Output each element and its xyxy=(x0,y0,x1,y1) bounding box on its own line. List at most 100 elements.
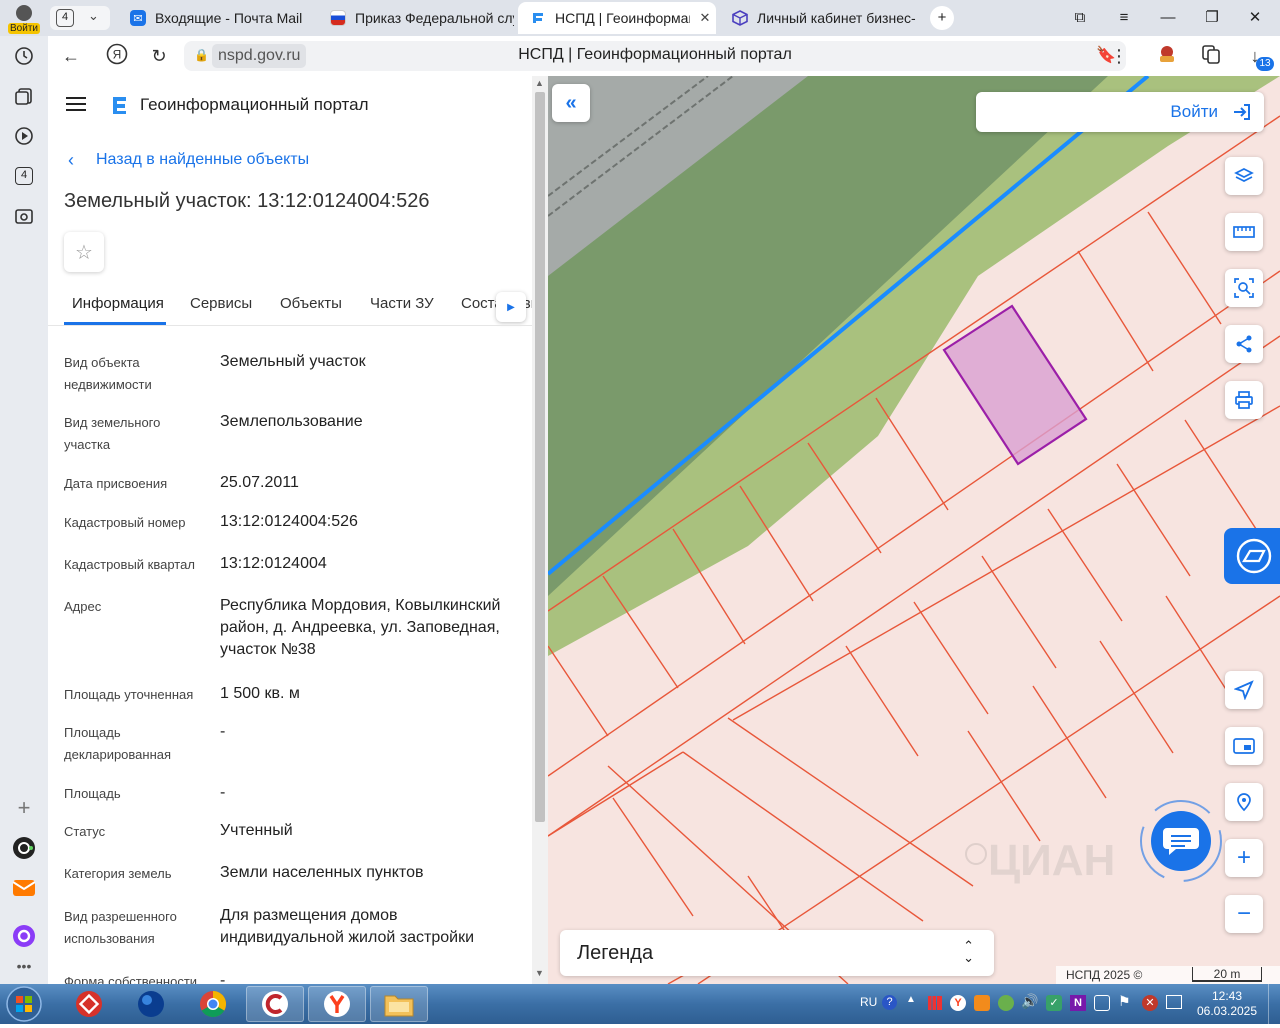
share-button[interactable] xyxy=(1225,325,1263,363)
collections-icon[interactable]: ⧉ xyxy=(1067,6,1093,30)
url-field[interactable]: 🔒 nspd.gov.ru НСПД | Геоинформационный п… xyxy=(184,41,1126,71)
translate-icon[interactable] xyxy=(1198,43,1224,69)
show-desktop-button[interactable] xyxy=(1268,984,1280,1024)
start-button[interactable] xyxy=(4,985,44,1023)
screenshot-icon[interactable] xyxy=(12,204,36,228)
minimize-button[interactable]: — xyxy=(1155,6,1181,30)
volume-icon[interactable]: 🔊 xyxy=(1021,993,1038,1010)
login-button[interactable]: Войти xyxy=(976,92,1264,132)
tab-info[interactable]: Информация xyxy=(72,295,164,312)
locate-button[interactable] xyxy=(1225,671,1263,709)
collapse-panel-button[interactable]: « xyxy=(552,84,590,122)
browser-sidebar: 4 + ••• xyxy=(0,36,48,984)
tabs-scroll-right-button[interactable]: ▶ xyxy=(496,292,526,322)
tab-parts[interactable]: Части ЗУ xyxy=(370,295,434,312)
tab-mail[interactable]: ✉ Входящие - Почта Mail xyxy=(118,2,314,34)
extension-icon[interactable] xyxy=(1154,43,1180,69)
language-indicator[interactable]: RU xyxy=(860,995,877,1009)
tab-title: Входящие - Почта Mail xyxy=(155,10,303,26)
field-value: Земельный участок xyxy=(220,353,366,370)
back-to-results-link[interactable]: Назад в найденные объекты xyxy=(96,151,309,169)
field-value: - xyxy=(220,723,226,740)
network-tray-icon[interactable] xyxy=(998,995,1014,1011)
mail-app-icon[interactable] xyxy=(12,876,36,900)
taskbar-app-chrome[interactable] xyxy=(184,986,242,1022)
zoom-in-button[interactable]: + xyxy=(1225,839,1263,877)
legend-dropdown[interactable]: Легенда ⌃ ⌄ xyxy=(560,930,994,976)
map-feature-button[interactable] xyxy=(1224,528,1280,584)
restore-button[interactable]: ❐ xyxy=(1199,6,1225,30)
chat-button[interactable] xyxy=(1138,798,1224,884)
map-view[interactable]: ЦИАН « Войти + − Легенда ⌃ ⌄ НСПД 2025 ©… xyxy=(548,76,1280,984)
zoom-out-button[interactable]: − xyxy=(1225,895,1263,933)
more-icon[interactable]: ••• xyxy=(12,954,36,978)
tab-prikaz[interactable]: Приказ Федеральной слу xyxy=(318,2,514,34)
chevron-left-icon[interactable]: ‹ xyxy=(68,150,74,171)
print-button[interactable] xyxy=(1225,381,1263,419)
menu-icon[interactable]: ≡ xyxy=(1111,6,1137,30)
profile-button[interactable]: Войти xyxy=(6,2,42,34)
panel-scrollbar[interactable]: ▲ ▼ xyxy=(532,76,548,984)
geolocation-button[interactable] xyxy=(1225,783,1263,821)
add-panel-icon[interactable]: + xyxy=(12,795,36,820)
close-tab-icon[interactable]: ✕ xyxy=(694,10,716,26)
back-arrow-icon[interactable]: ← xyxy=(58,43,84,69)
taskbar-app-explorer[interactable] xyxy=(370,986,428,1022)
taskbar-app-yandex-browser[interactable] xyxy=(308,986,366,1022)
tab-count-button[interactable]: 4 ⌄ xyxy=(50,6,110,30)
ruler-button[interactable] xyxy=(1225,213,1263,251)
kebab-menu-icon[interactable]: ⋮ xyxy=(1106,43,1132,69)
yandex-icon[interactable]: Я xyxy=(104,43,130,69)
flag-tray-icon[interactable]: ⚑ xyxy=(1118,993,1131,1010)
scroll-down-icon[interactable]: ▼ xyxy=(535,968,544,978)
error-tray-icon[interactable]: ✕ xyxy=(1142,995,1158,1011)
clock[interactable]: 12:43 06.03.2025 xyxy=(1192,989,1262,1019)
signal-icon[interactable] xyxy=(928,996,942,1010)
tab-counter-icon[interactable]: 4 xyxy=(12,164,36,188)
scroll-up-icon[interactable]: ▲ xyxy=(535,78,544,88)
scroll-thumb[interactable] xyxy=(535,92,545,822)
onenote-tray-icon[interactable]: N xyxy=(1070,995,1086,1011)
profile-login-label: Войти xyxy=(10,23,38,34)
layers-button[interactable] xyxy=(1225,157,1263,195)
video-icon[interactable] xyxy=(12,124,36,148)
downloads-icon[interactable]: ↓ 13 xyxy=(1242,43,1274,71)
field-value: Для размещения домов индивидуальной жило… xyxy=(220,907,474,946)
taskbar-app-c[interactable] xyxy=(246,986,304,1022)
assistant-icon[interactable] xyxy=(12,924,36,948)
reload-icon[interactable]: ↻ xyxy=(146,43,172,69)
new-tab-button[interactable]: + xyxy=(930,6,954,30)
minus-icon: − xyxy=(1236,900,1251,927)
tab-business[interactable]: Личный кабинет бизнес-с xyxy=(720,2,916,34)
tab-title: Личный кабинет бизнес-с xyxy=(757,10,916,26)
tab-nspd[interactable]: НСПД | Геоинформаци ✕ xyxy=(518,2,716,34)
caret-right-icon: ▶ xyxy=(507,301,515,313)
yandex-tray-icon[interactable]: Y xyxy=(950,995,966,1011)
collections-sidebar-icon[interactable] xyxy=(12,84,36,108)
area-search-button[interactable] xyxy=(1225,269,1263,307)
taskbar-app-sphere[interactable] xyxy=(122,986,180,1022)
antivirus-icon xyxy=(76,991,102,1017)
hamburger-icon[interactable] xyxy=(66,96,86,112)
device-tray-icon[interactable] xyxy=(1094,995,1110,1011)
field-value: 13:12:0124004 xyxy=(220,555,327,572)
minimap-button[interactable] xyxy=(1225,727,1263,765)
display-tray-icon[interactable] xyxy=(1166,995,1182,1009)
alice-app-icon[interactable] xyxy=(12,836,36,860)
help-icon[interactable]: ? xyxy=(882,995,897,1010)
clock-date: 06.03.2025 xyxy=(1196,1004,1258,1018)
app-tray-icon[interactable] xyxy=(974,995,990,1011)
favorite-button[interactable]: ☆ xyxy=(64,232,104,272)
field-label: Статус xyxy=(64,824,106,839)
print-icon xyxy=(1235,391,1253,409)
close-window-button[interactable]: ✕ xyxy=(1242,6,1268,30)
check-tray-icon[interactable]: ✓ xyxy=(1046,995,1062,1011)
legend-label: Легенда xyxy=(577,942,654,964)
tray-arrow-icon[interactable]: ▲ xyxy=(906,994,916,1005)
field-label: Вид разрешенного использования xyxy=(64,909,177,946)
taskbar-app-antivirus[interactable] xyxy=(60,986,118,1022)
tab-objects[interactable]: Объекты xyxy=(280,295,342,312)
tab-services[interactable]: Сервисы xyxy=(190,295,252,312)
history-icon[interactable] xyxy=(12,44,36,68)
windows-taskbar: RU ? ▲ Y 🔊 ✓ N ⚑ ✕ 12:43 06.03.2025 xyxy=(0,984,1280,1024)
